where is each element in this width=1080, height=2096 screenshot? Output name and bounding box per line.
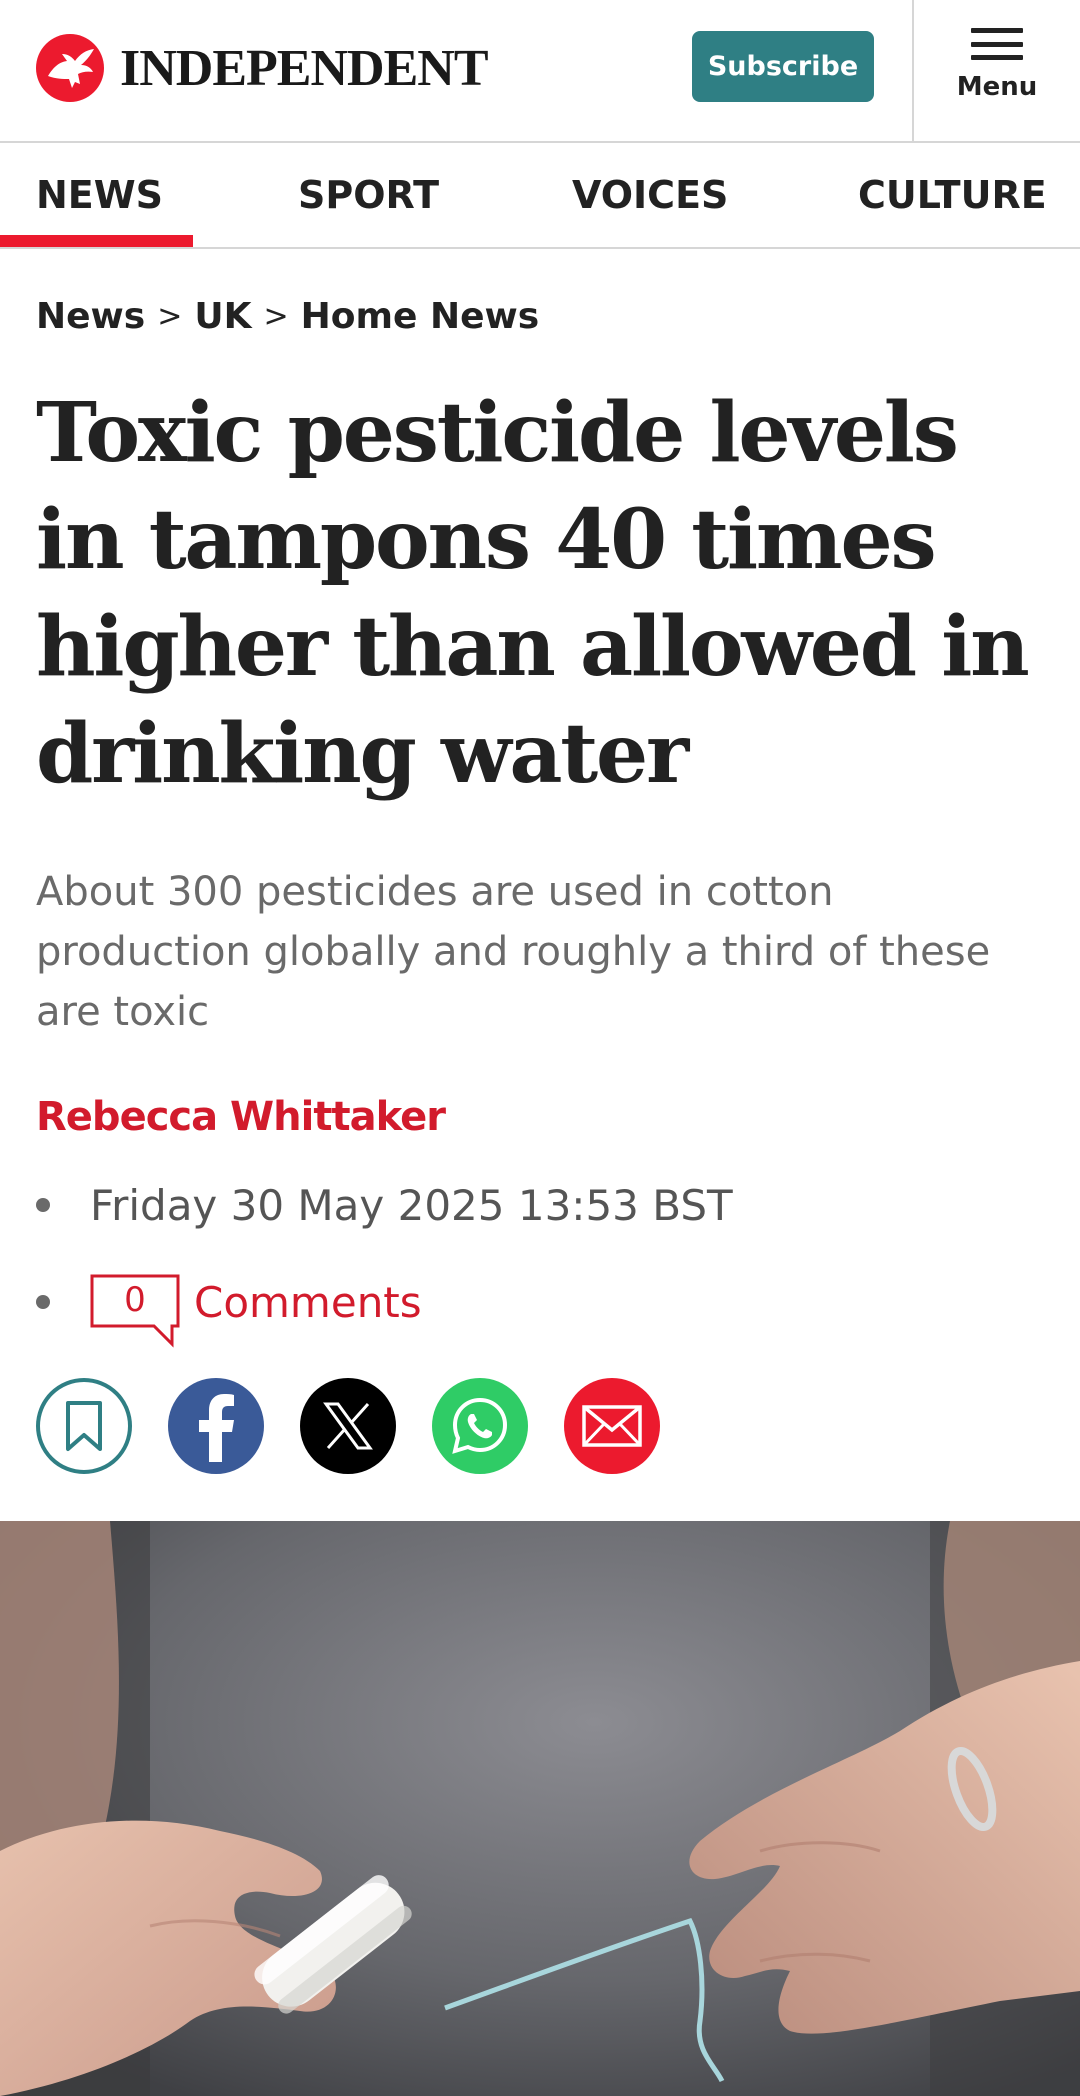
breadcrumb-news[interactable]: News bbox=[36, 296, 145, 337]
menu-button[interactable]: Menu bbox=[914, 0, 1080, 143]
x-icon bbox=[323, 1402, 373, 1450]
menu-label: Menu bbox=[956, 72, 1038, 102]
bookmark-icon bbox=[66, 1401, 102, 1451]
comment-bubble-icon: 0 bbox=[90, 1274, 180, 1348]
comment-count: 0 bbox=[124, 1280, 146, 1320]
active-tab-indicator bbox=[0, 235, 193, 247]
publish-date-row: Friday 30 May 2025 13:53 BST bbox=[36, 1175, 733, 1235]
share-bar bbox=[36, 1378, 696, 1474]
publish-date: Friday 30 May 2025 13:53 BST bbox=[90, 1180, 733, 1230]
email-share-button[interactable] bbox=[564, 1378, 660, 1474]
email-icon bbox=[582, 1405, 642, 1447]
nav-item-news[interactable]: NEWS bbox=[36, 143, 163, 247]
breadcrumb: News > UK > Home News bbox=[36, 296, 539, 337]
breadcrumb-uk[interactable]: UK bbox=[194, 296, 251, 337]
article-headline: Toxic pesticide levels in tampons 40 tim… bbox=[36, 385, 1030, 802]
bookmark-button[interactable] bbox=[36, 1378, 132, 1474]
eagle-logo-icon bbox=[36, 34, 104, 102]
whatsapp-icon bbox=[452, 1397, 508, 1454]
comments-label: Comments bbox=[194, 1277, 422, 1327]
comments-link[interactable]: 0 Comments bbox=[36, 1262, 422, 1348]
brand-name: INDEPENDENT bbox=[120, 39, 488, 97]
nav-item-culture[interactable]: CULTURE bbox=[858, 143, 1047, 247]
list-bullet bbox=[36, 1295, 50, 1309]
facebook-share-button[interactable] bbox=[168, 1378, 264, 1474]
nav-item-sport[interactable]: SPORT bbox=[298, 143, 439, 247]
whatsapp-share-button[interactable] bbox=[432, 1378, 528, 1474]
author-link[interactable]: Rebecca Whittaker bbox=[36, 1094, 446, 1140]
facebook-icon bbox=[199, 1394, 234, 1462]
hamburger-icon bbox=[971, 28, 1023, 60]
breadcrumb-separator: > bbox=[263, 299, 289, 334]
x-share-button[interactable] bbox=[300, 1378, 396, 1474]
site-header: INDEPENDENT Subscribe Menu bbox=[0, 0, 1080, 143]
subscribe-button[interactable]: Subscribe bbox=[692, 31, 874, 102]
hero-image bbox=[0, 1521, 1080, 2096]
breadcrumb-home-news[interactable]: Home News bbox=[301, 296, 540, 337]
nav-item-voices[interactable]: VOICES bbox=[572, 143, 728, 247]
site-logo[interactable]: INDEPENDENT bbox=[34, 32, 488, 104]
section-nav: NEWS SPORT VOICES CULTURE bbox=[0, 143, 1080, 249]
list-bullet bbox=[36, 1198, 50, 1212]
breadcrumb-separator: > bbox=[157, 299, 183, 334]
article-standfirst: About 300 pesticides are used in cotton … bbox=[36, 869, 991, 1035]
